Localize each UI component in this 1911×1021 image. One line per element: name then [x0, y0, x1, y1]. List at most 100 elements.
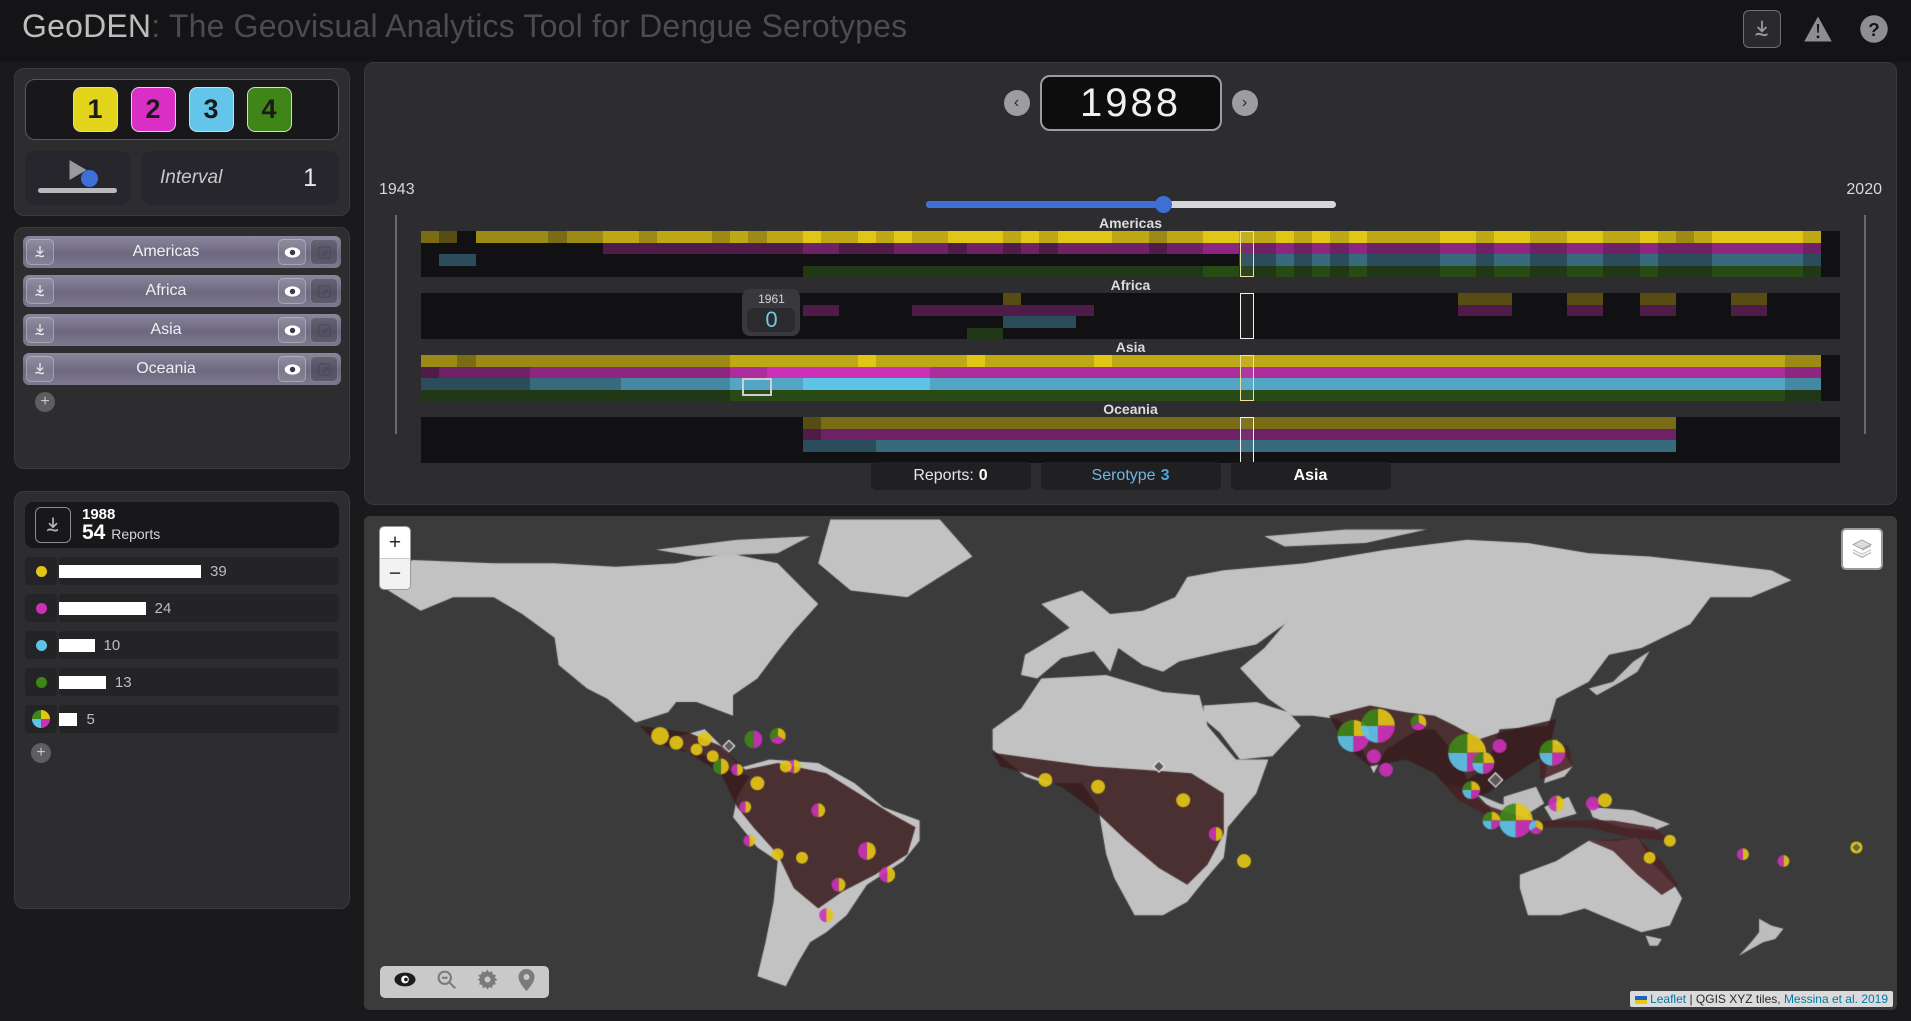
- heat-cell[interactable]: [1258, 305, 1276, 317]
- heat-cell[interactable]: [1476, 305, 1494, 317]
- heat-cell[interactable]: [1821, 243, 1839, 255]
- heat-cell[interactable]: [512, 254, 530, 266]
- heat-cell[interactable]: [1312, 417, 1330, 429]
- heat-cell[interactable]: [1149, 378, 1167, 390]
- heat-cell[interactable]: [1021, 417, 1039, 429]
- heat-cell[interactable]: [1203, 243, 1221, 255]
- heat-cell[interactable]: [1076, 378, 1094, 390]
- heat-cell[interactable]: [1385, 328, 1403, 340]
- heat-cell[interactable]: [512, 266, 530, 278]
- heat-cell[interactable]: [530, 440, 548, 452]
- heat-cell[interactable]: [1385, 417, 1403, 429]
- heat-cell[interactable]: [876, 254, 894, 266]
- heat-cell[interactable]: [1349, 316, 1367, 328]
- heat-cell[interactable]: [1712, 231, 1730, 243]
- heat-cell[interactable]: [1021, 243, 1039, 255]
- heat-cell[interactable]: [603, 243, 621, 255]
- heat-cell[interactable]: [1749, 254, 1767, 266]
- heat-cell[interactable]: [494, 378, 512, 390]
- heat-cell[interactable]: [621, 266, 639, 278]
- heat-cell[interactable]: [1149, 243, 1167, 255]
- heat-cell[interactable]: [894, 305, 912, 317]
- heat-cell[interactable]: [1767, 266, 1785, 278]
- heat-cell[interactable]: [1312, 293, 1330, 305]
- heat-cell[interactable]: [730, 429, 748, 441]
- heat-cell[interactable]: [1585, 355, 1603, 367]
- heat-cell[interactable]: [1676, 328, 1694, 340]
- heat-cell[interactable]: [1549, 417, 1567, 429]
- heat-cell[interactable]: [1694, 367, 1712, 379]
- heat-cell[interactable]: [494, 429, 512, 441]
- heat-cell[interactable]: [1530, 355, 1548, 367]
- heat-cell[interactable]: [1349, 417, 1367, 429]
- heat-cell[interactable]: [821, 266, 839, 278]
- heat-cell[interactable]: [967, 429, 985, 441]
- heat-cell[interactable]: [858, 390, 876, 402]
- heat-cell[interactable]: [785, 243, 803, 255]
- heat-cell[interactable]: [930, 316, 948, 328]
- heat-cell[interactable]: [1640, 355, 1658, 367]
- heat-cell[interactable]: [821, 328, 839, 340]
- heat-cell[interactable]: [1440, 293, 1458, 305]
- heat-cell[interactable]: [1167, 293, 1185, 305]
- heat-cell[interactable]: [1749, 429, 1767, 441]
- heat-cell[interactable]: [1149, 266, 1167, 278]
- heat-cell[interactable]: [476, 316, 494, 328]
- heat-cell[interactable]: [1021, 305, 1039, 317]
- heat-cell[interactable]: [1039, 293, 1057, 305]
- zoom-in-button[interactable]: +: [380, 527, 410, 558]
- heat-cell[interactable]: [1785, 316, 1803, 328]
- heat-cell[interactable]: [839, 254, 857, 266]
- heat-cell[interactable]: [1403, 417, 1421, 429]
- heat-cell[interactable]: [839, 367, 857, 379]
- heat-cell[interactable]: [821, 367, 839, 379]
- heat-cell[interactable]: [1112, 390, 1130, 402]
- heat-cell[interactable]: [1731, 378, 1749, 390]
- heat-cell[interactable]: [1312, 231, 1330, 243]
- heat-cell[interactable]: [1821, 293, 1839, 305]
- heat-cell[interactable]: [439, 293, 457, 305]
- heat-cell[interactable]: [1258, 316, 1276, 328]
- heat-cell[interactable]: [1294, 293, 1312, 305]
- heat-cell[interactable]: [1821, 440, 1839, 452]
- heat-cell[interactable]: [1749, 316, 1767, 328]
- heat-cell[interactable]: [1039, 355, 1057, 367]
- heat-cell[interactable]: [1185, 440, 1203, 452]
- heat-cell[interactable]: [603, 378, 621, 390]
- heat-cell[interactable]: [1112, 266, 1130, 278]
- heat-cell[interactable]: [1549, 390, 1567, 402]
- heat-cell[interactable]: [1112, 293, 1130, 305]
- heat-cell[interactable]: [912, 243, 930, 255]
- heat-cell[interactable]: [1585, 243, 1603, 255]
- heat-cell[interactable]: [748, 254, 766, 266]
- heat-cell[interactable]: [803, 378, 821, 390]
- heat-cell[interactable]: [1367, 266, 1385, 278]
- heat-cell[interactable]: [1549, 316, 1567, 328]
- status-region[interactable]: Asia: [1231, 462, 1391, 490]
- heat-cell[interactable]: [621, 328, 639, 340]
- heat-cell[interactable]: [439, 429, 457, 441]
- heat-cell[interactable]: [839, 305, 857, 317]
- heat-cell[interactable]: [839, 328, 857, 340]
- heat-cell[interactable]: [985, 367, 1003, 379]
- heat-cell[interactable]: [548, 305, 566, 317]
- heat-cell[interactable]: [1803, 293, 1821, 305]
- heat-cell[interactable]: [1749, 328, 1767, 340]
- heat-cell[interactable]: [1276, 231, 1294, 243]
- heat-cell[interactable]: [639, 390, 657, 402]
- heat-cell[interactable]: [1076, 254, 1094, 266]
- heat-cell[interactable]: [912, 254, 930, 266]
- heat-cell[interactable]: [585, 429, 603, 441]
- heat-cell[interactable]: [1312, 355, 1330, 367]
- heat-cell[interactable]: [421, 378, 439, 390]
- heat-cell[interactable]: [1367, 293, 1385, 305]
- heat-cell[interactable]: [1185, 305, 1203, 317]
- heat-cell[interactable]: [1221, 429, 1239, 441]
- heat-cell[interactable]: [1767, 417, 1785, 429]
- heat-cell[interactable]: [1039, 378, 1057, 390]
- heat-cell[interactable]: [1731, 266, 1749, 278]
- heat-cell[interactable]: [1094, 316, 1112, 328]
- heat-cell[interactable]: [1003, 355, 1021, 367]
- heat-cell[interactable]: [1676, 316, 1694, 328]
- heat-cell[interactable]: [894, 316, 912, 328]
